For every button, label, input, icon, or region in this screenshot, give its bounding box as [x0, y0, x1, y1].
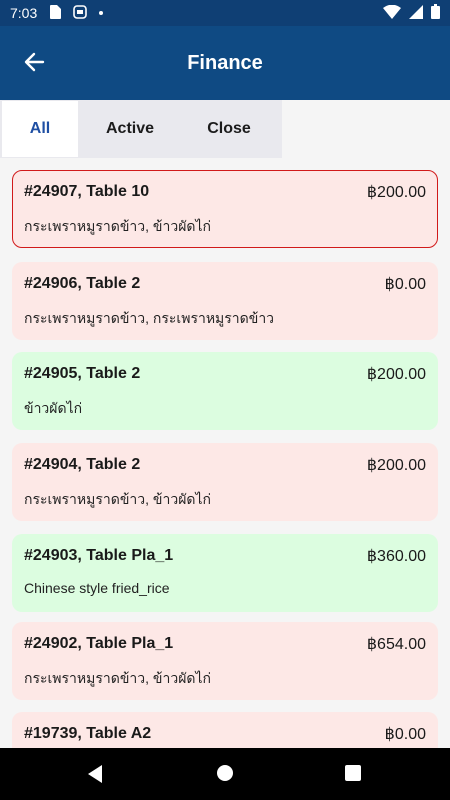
tab-active[interactable]: Active: [78, 101, 182, 157]
tab-close[interactable]: Close: [182, 101, 276, 157]
order-card-24902[interactable]: #24902, Table Pla_1 ฿654.00 กระเพราหมูรา…: [12, 622, 438, 700]
notification-icon: [73, 4, 88, 22]
wifi-icon: [383, 4, 401, 22]
order-title: #24902, Table Pla_1: [24, 635, 174, 652]
finance-screen: 7:03 Finance All Active Close #24907, Ta…: [0, 0, 450, 800]
order-title: #19739, Table A2: [24, 725, 152, 742]
status-bar: 7:03: [0, 0, 450, 26]
status-time: 7:03: [10, 5, 38, 21]
tab-all[interactable]: All: [2, 101, 78, 157]
order-card-24904[interactable]: #24904, Table 2 ฿200.00 กระเพราหมูราดข้า…: [12, 443, 438, 521]
recents-square-icon: [344, 765, 362, 786]
order-items: กระเพราหมูราดข้าว, ข้าวผัดไก่: [24, 218, 212, 234]
dot-icon: [99, 11, 104, 15]
order-title: #24907, Table 10: [24, 183, 150, 200]
order-amount: ฿0.00: [384, 726, 426, 743]
order-amount: ฿200.00: [366, 184, 426, 201]
battery-icon: [431, 4, 440, 22]
app-bar: Finance: [0, 26, 450, 100]
order-amount: ฿360.00: [366, 548, 426, 565]
order-items: Chinese style fried_rice: [24, 580, 170, 596]
nav-back-button[interactable]: [86, 764, 106, 784]
order-card-19739[interactable]: #19739, Table A2 ฿0.00: [12, 712, 438, 748]
order-title: #24905, Table 2: [24, 365, 141, 382]
nav-home-button[interactable]: [216, 764, 236, 784]
filter-tabs: All Active Close: [0, 100, 450, 158]
system-nav-bar: [0, 748, 450, 800]
cellular-icon: [409, 4, 423, 22]
order-card-24907[interactable]: #24907, Table 10 ฿200.00 กระเพราหมูราดข้…: [12, 170, 438, 248]
orders-list: #24907, Table 10 ฿200.00 กระเพราหมูราดข้…: [0, 170, 450, 748]
order-amount: ฿200.00: [366, 366, 426, 383]
order-items: กระเพราหมูราดข้าว, ข้าวผัดไก่: [24, 670, 212, 686]
arrow-left-icon: [23, 51, 45, 78]
order-amount: ฿200.00: [366, 457, 426, 474]
order-items: กระเพราหมูราดข้าว, ข้าวผัดไก่: [24, 491, 212, 507]
tab-group: All Active Close: [0, 100, 282, 158]
home-circle-icon: [216, 765, 234, 786]
order-title: #24904, Table 2: [24, 456, 141, 473]
back-button[interactable]: [20, 50, 48, 78]
order-items: กระเพราหมูราดข้าว, กระเพราหมูราดข้าว: [24, 310, 275, 326]
order-amount: ฿654.00: [366, 636, 426, 653]
order-title: #24903, Table Pla_1: [24, 547, 174, 564]
page-title: Finance: [187, 51, 263, 74]
order-items: ข้าวผัดไก่: [24, 400, 83, 416]
back-triangle-icon: [86, 765, 104, 788]
nav-recents-button[interactable]: [344, 764, 364, 784]
order-card-24906[interactable]: #24906, Table 2 ฿0.00 กระเพราหมูราดข้าว,…: [12, 262, 438, 340]
order-amount: ฿0.00: [384, 276, 426, 293]
order-card-24903[interactable]: #24903, Table Pla_1 ฿360.00 Chinese styl…: [12, 534, 438, 612]
sim-card-icon: [49, 4, 62, 22]
order-title: #24906, Table 2: [24, 275, 141, 292]
order-card-24905[interactable]: #24905, Table 2 ฿200.00 ข้าวผัดไก่: [12, 352, 438, 430]
